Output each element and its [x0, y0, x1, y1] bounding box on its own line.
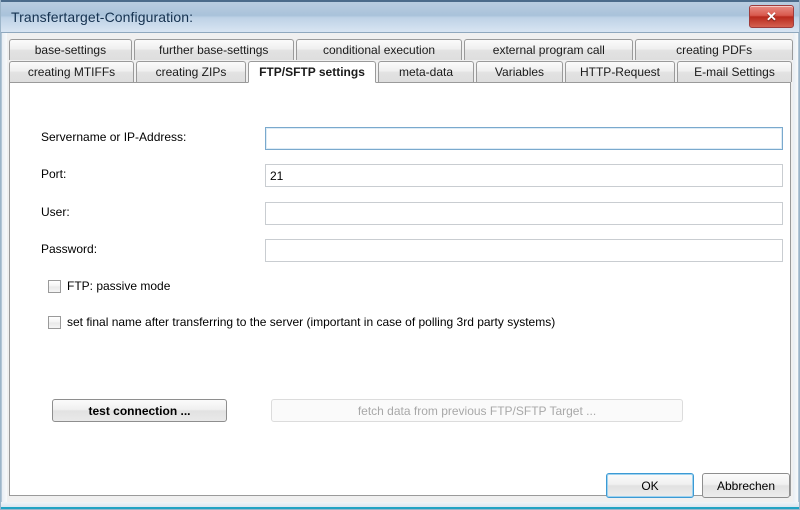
field-row-port: Port: — [10, 164, 790, 187]
tab-external-program-call[interactable]: external program call — [464, 39, 634, 60]
tab-further-base-settings[interactable]: further base-settings — [133, 39, 294, 60]
port-label: Port: — [41, 167, 67, 181]
window-title: Transfertarget-Configuration: — [11, 9, 194, 25]
dialog-body: base-settings further base-settings cond… — [1, 33, 799, 509]
set-final-name-label: set final name after transferring to the… — [67, 315, 556, 329]
tab-creating-mtiffs[interactable]: creating MTIFFs — [9, 61, 134, 82]
servername-label: Servername or IP-Address: — [41, 130, 187, 144]
tab-variables[interactable]: Variables — [476, 61, 563, 82]
test-connection-button[interactable]: test connection ... — [52, 399, 227, 422]
fetch-data-from-previous-target-button: fetch data from previous FTP/SFTP Target… — [271, 399, 683, 422]
tab-http-request[interactable]: HTTP-Request — [565, 61, 675, 82]
ftp-passive-mode-checkbox-row[interactable]: FTP: passive mode — [48, 279, 170, 293]
tab-meta-data[interactable]: meta-data — [378, 61, 474, 82]
ftp-sftp-settings-panel: Servername or IP-Address: Port: User: Pa… — [9, 82, 791, 496]
title-bar: Transfertarget-Configuration: ✕ — [1, 0, 799, 33]
dialog-window: Transfertarget-Configuration: ✕ base-set… — [0, 0, 800, 510]
servername-input[interactable] — [265, 127, 783, 150]
tab-strip: base-settings further base-settings cond… — [9, 39, 793, 83]
dialog-footer: OK Abbrechen — [606, 473, 790, 498]
user-label: User: — [41, 205, 70, 219]
port-input[interactable] — [265, 164, 783, 187]
tab-base-settings[interactable]: base-settings — [9, 39, 132, 60]
tab-creating-zips[interactable]: creating ZIPs — [136, 61, 246, 82]
tab-row-1: base-settings further base-settings cond… — [9, 39, 793, 60]
tab-creating-pdfs[interactable]: creating PDFs — [635, 39, 793, 60]
tab-email-settings[interactable]: E-mail Settings — [677, 61, 792, 82]
field-row-servername: Servername or IP-Address: — [10, 127, 790, 150]
close-button[interactable]: ✕ — [749, 5, 794, 28]
close-icon: ✕ — [766, 9, 777, 24]
tab-ftp-sftp-settings[interactable]: FTP/SFTP settings — [248, 61, 376, 83]
field-row-user: User: — [10, 202, 790, 225]
ftp-passive-mode-checkbox[interactable] — [48, 279, 61, 293]
field-row-password: Password: — [10, 239, 790, 262]
user-input[interactable] — [265, 202, 783, 225]
ok-button[interactable]: OK — [606, 473, 694, 498]
set-final-name-checkbox[interactable] — [48, 315, 61, 329]
ftp-passive-mode-label: FTP: passive mode — [67, 279, 171, 293]
cancel-button[interactable]: Abbrechen — [702, 473, 790, 498]
password-label: Password: — [41, 242, 98, 256]
set-final-name-checkbox-row[interactable]: set final name after transferring to the… — [48, 315, 555, 329]
tab-row-2: creating MTIFFs creating ZIPs FTP/SFTP s… — [9, 60, 793, 83]
password-input[interactable] — [265, 239, 783, 262]
tab-conditional-execution[interactable]: conditional execution — [295, 39, 463, 60]
